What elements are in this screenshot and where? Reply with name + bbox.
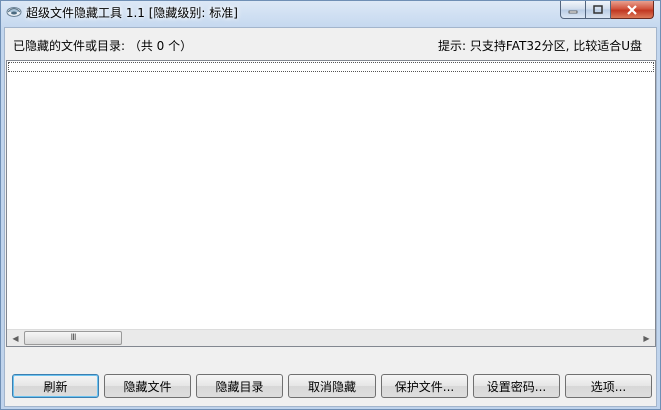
- hide-directory-button[interactable]: 隐藏目录: [196, 374, 283, 398]
- button-bar: 刷新 隐藏文件 隐藏目录 取消隐藏 保护文件... 设置密码... 选项...: [12, 374, 652, 398]
- hidden-files-list[interactable]: ◀ III ▶: [6, 60, 656, 347]
- list-focus-rect: [8, 62, 654, 72]
- scroll-left-button[interactable]: ◀: [7, 330, 24, 346]
- chevron-right-icon: ▶: [643, 333, 650, 343]
- chevron-left-icon: ◀: [12, 333, 19, 343]
- minimize-button[interactable]: [560, 1, 586, 19]
- window-title: 超级文件隐藏工具 1.1 [隐藏级别: 标准]: [26, 6, 238, 20]
- close-button[interactable]: [611, 1, 654, 19]
- app-window: 超级文件隐藏工具 1.1 [隐藏级别: 标准] 已隐藏的文件或目录: （共 0 …: [0, 0, 661, 410]
- horizontal-scrollbar[interactable]: ◀ III ▶: [7, 329, 655, 346]
- scroll-right-button[interactable]: ▶: [638, 330, 655, 346]
- grip-icon: III: [70, 332, 77, 343]
- maximize-button[interactable]: [586, 1, 611, 19]
- unhide-button[interactable]: 取消隐藏: [288, 374, 376, 398]
- app-icon: [6, 4, 22, 18]
- hint-label: 提示: 只支持FAT32分区, 比较适合U盘: [438, 39, 642, 53]
- options-button[interactable]: 选项...: [565, 374, 652, 398]
- minimize-icon: [568, 10, 578, 13]
- hide-file-button[interactable]: 隐藏文件: [104, 374, 191, 398]
- caption-buttons: [560, 1, 654, 19]
- hidden-count-label: 已隐藏的文件或目录: （共 0 个）: [13, 39, 193, 53]
- set-password-button[interactable]: 设置密码...: [473, 374, 560, 398]
- protect-file-button[interactable]: 保护文件...: [381, 374, 468, 398]
- client-area: 已隐藏的文件或目录: （共 0 个） 提示: 只支持FAT32分区, 比较适合U…: [4, 27, 657, 407]
- refresh-button[interactable]: 刷新: [12, 374, 99, 398]
- title-bar[interactable]: 超级文件隐藏工具 1.1 [隐藏级别: 标准]: [1, 1, 660, 23]
- close-icon: [627, 4, 637, 15]
- maximize-icon: [593, 5, 603, 14]
- scroll-thumb[interactable]: III: [24, 331, 122, 345]
